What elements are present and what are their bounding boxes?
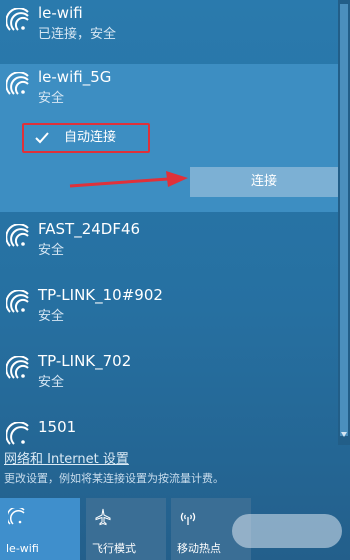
- network-flyout: le-wifi 已连接，安全 le-wifi_5G 安全 自动连接 连接 FAS: [0, 0, 350, 560]
- scrollbar-thumb[interactable]: [340, 4, 348, 436]
- network-item-tp-link-702[interactable]: TP-LINK_702 安全: [0, 348, 338, 408]
- network-status: 安全: [38, 309, 65, 324]
- tile-label: le-wifi: [6, 542, 39, 555]
- watermark-blur: [232, 514, 342, 548]
- network-settings-link[interactable]: 网络和 Internet 设置: [4, 452, 129, 468]
- wifi-icon: [8, 508, 25, 525]
- network-status: 安全: [38, 91, 65, 106]
- airplane-icon: [95, 508, 111, 526]
- wifi-icon: [6, 356, 29, 379]
- auto-connect-checkbox[interactable]: 自动连接: [22, 123, 150, 153]
- network-item-tp-link-10[interactable]: TP-LINK_10#902 安全: [0, 282, 338, 342]
- wifi-icon: [6, 290, 29, 313]
- airplane-mode-tile[interactable]: 飞行模式: [86, 498, 166, 560]
- checkmark-icon: [35, 132, 49, 144]
- network-settings-description: 更改设置，例如将某连接设置为按流量计费。: [4, 472, 224, 485]
- network-name: TP-LINK_10#902: [38, 286, 163, 304]
- wifi-icon: [6, 224, 29, 247]
- network-status: 已连接，安全: [38, 27, 117, 42]
- wifi-toggle-tile[interactable]: le-wifi: [0, 498, 80, 560]
- network-name: FAST_24DF46: [38, 220, 141, 238]
- network-name: le-wifi: [38, 4, 83, 22]
- tile-label: 移动热点: [177, 542, 221, 555]
- wifi-icon: [6, 72, 29, 95]
- wifi-icon: [6, 422, 29, 445]
- network-item-le-wifi[interactable]: le-wifi 已连接，安全: [0, 0, 338, 60]
- scroll-down-arrow-icon[interactable]: [341, 432, 347, 437]
- network-status: 安全: [38, 375, 65, 390]
- tile-label: 飞行模式: [92, 542, 136, 555]
- auto-connect-label: 自动连接: [64, 130, 117, 145]
- network-name: TP-LINK_702: [38, 352, 132, 370]
- network-item-fast[interactable]: FAST_24DF46 安全: [0, 216, 338, 276]
- wifi-icon: [6, 8, 29, 31]
- scrollbar[interactable]: [338, 0, 350, 445]
- network-name: le-wifi_5G: [38, 68, 112, 86]
- network-item-1501[interactable]: 1501: [0, 414, 338, 445]
- hotspot-icon: [180, 512, 196, 525]
- network-name: 1501: [38, 418, 77, 436]
- connect-button[interactable]: 连接: [190, 167, 338, 197]
- red-arrow-annotation: [69, 171, 188, 188]
- network-status: 安全: [38, 243, 65, 258]
